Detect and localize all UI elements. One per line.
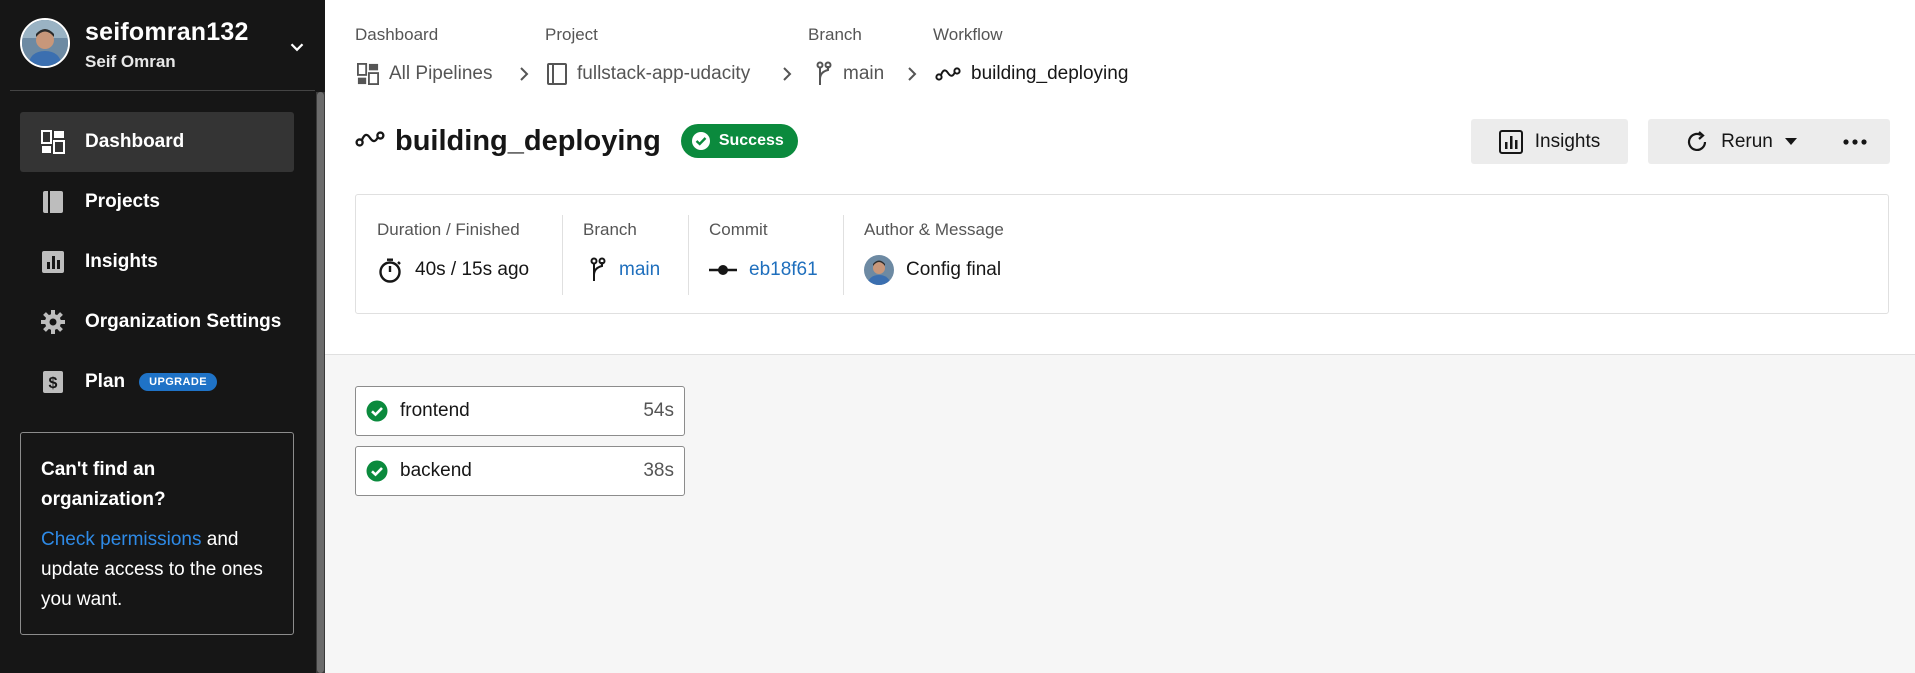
sidebar-item-label: Insights: [85, 251, 158, 272]
divider: [843, 215, 844, 295]
sidebar-item-label: Plan: [85, 371, 126, 392]
caret-down-icon: [1784, 137, 1797, 146]
divider: [688, 215, 689, 295]
scrollbar-thumb[interactable]: [317, 92, 324, 673]
user-handle: seifomran132: [85, 18, 249, 46]
rerun-label: Rerun: [1721, 130, 1773, 152]
refresh-icon: [1685, 130, 1709, 154]
status-text: Success: [718, 132, 784, 149]
check-circle-icon: [366, 460, 388, 482]
breadcrumb-label-project: Project: [545, 25, 598, 44]
job-name: backend: [400, 460, 472, 481]
breadcrumb-text: main: [843, 63, 885, 84]
job-name: frontend: [400, 400, 470, 421]
org-help-box: Can't find an organization? Check permis…: [20, 432, 294, 635]
author-value: Config final: [864, 255, 1001, 285]
check-circle-icon: [691, 131, 711, 151]
dollar-icon: $: [40, 369, 66, 395]
check-permissions-link[interactable]: Check permissions: [41, 529, 202, 550]
book-icon: [547, 63, 567, 85]
breadcrumb-all-pipelines[interactable]: All Pipelines: [357, 60, 493, 88]
duration-label: Duration / Finished: [377, 220, 520, 239]
divider: [562, 215, 563, 295]
workflow-icon: [355, 127, 385, 156]
commit-value[interactable]: eb18f61: [709, 255, 818, 285]
branch-icon: [815, 61, 833, 87]
sidebar-scrollbar[interactable]: [316, 92, 325, 673]
chevron-down-icon[interactable]: [286, 36, 308, 58]
job-duration: 38s: [643, 460, 674, 481]
chevron-right-icon: [908, 67, 917, 81]
timer-icon: [377, 257, 403, 283]
page-title: building_deploying: [395, 124, 661, 157]
dashboard-icon: [357, 63, 379, 85]
breadcrumb-text: All Pipelines: [389, 63, 493, 84]
org-help-title: Can't find an organization?: [41, 459, 166, 510]
breadcrumb-text: fullstack-app-udacity: [577, 63, 751, 84]
job-backend[interactable]: backend 38s: [355, 446, 685, 496]
duration-text: 40s / 15s ago: [415, 259, 530, 280]
check-circle-icon: [366, 400, 388, 422]
main-content: Dashboard Project Branch Workflow All Pi…: [325, 0, 1915, 673]
sidebar-item-label: Projects: [85, 191, 160, 212]
gear-icon: [40, 309, 66, 335]
svg-text:$: $: [49, 375, 58, 392]
user-switcher[interactable]: seifomran132 Seif Omran: [20, 18, 310, 74]
branch-link[interactable]: main: [619, 259, 660, 281]
job-duration: 54s: [643, 400, 674, 421]
sidebar-item-label: Organization Settings: [85, 311, 282, 332]
insights-label: Insights: [1534, 130, 1601, 152]
author-avatar: [864, 255, 894, 285]
upgrade-badge[interactable]: UPGRADE: [139, 373, 217, 391]
bar-chart-icon: [40, 249, 66, 275]
branch-label: Branch: [583, 220, 637, 239]
breadcrumb-workflow[interactable]: building_deploying: [935, 60, 1128, 88]
sidebar-item-insights[interactable]: Insights: [20, 232, 294, 292]
insights-button[interactable]: Insights: [1471, 119, 1628, 164]
jobs-panel: frontend 54s backend 38s: [325, 354, 1915, 673]
commit-message: Config final: [906, 259, 1002, 280]
user-name: Seif Omran: [85, 52, 176, 71]
more-options-button[interactable]: [1820, 119, 1890, 164]
workflow-header: building_deploying Success: [355, 121, 798, 161]
sidebar: seifomran132 Seif Omran Dashboard Projec…: [0, 0, 325, 673]
sidebar-item-plan[interactable]: $ Plan UPGRADE: [20, 352, 294, 412]
branch-value[interactable]: main: [589, 255, 660, 285]
breadcrumb-project[interactable]: fullstack-app-udacity: [547, 60, 750, 88]
sidebar-nav: Dashboard Projects Insights Organization…: [20, 112, 294, 412]
org-help-text: Check permissions and update access to t…: [41, 525, 273, 615]
chevron-right-icon: [520, 67, 529, 81]
author-label: Author & Message: [864, 220, 1004, 239]
commit-icon: [709, 263, 737, 277]
sidebar-item-organization-settings[interactable]: Organization Settings: [20, 292, 294, 352]
branch-icon: [589, 256, 607, 284]
avatar: [20, 18, 70, 68]
divider: [10, 90, 315, 91]
status-badge: Success: [680, 124, 798, 158]
bar-chart-icon: [1498, 129, 1523, 154]
duration-value: 40s / 15s ago: [377, 255, 529, 285]
more-horizontal-icon: [1843, 138, 1867, 145]
breadcrumb-branch[interactable]: main: [815, 60, 884, 88]
dashboard-icon: [40, 129, 66, 155]
breadcrumb-text: building_deploying: [971, 63, 1129, 84]
book-icon: [40, 189, 66, 215]
rerun-button[interactable]: Rerun: [1648, 119, 1834, 164]
commit-link[interactable]: eb18f61: [749, 259, 818, 281]
sidebar-item-dashboard[interactable]: Dashboard: [20, 112, 294, 172]
job-frontend[interactable]: frontend 54s: [355, 386, 685, 436]
sidebar-item-projects[interactable]: Projects: [20, 172, 294, 232]
breadcrumb-label-dashboard: Dashboard: [355, 25, 439, 44]
chevron-right-icon: [783, 67, 792, 81]
workflow-icon: [935, 64, 961, 84]
commit-label: Commit: [709, 220, 768, 239]
sidebar-item-label: Dashboard: [85, 131, 185, 152]
workflow-summary: Duration / Finished 40s / 15s ago Branch…: [355, 194, 1889, 314]
breadcrumb-label-branch: Branch: [808, 25, 862, 44]
breadcrumb-label-workflow: Workflow: [933, 25, 1003, 44]
